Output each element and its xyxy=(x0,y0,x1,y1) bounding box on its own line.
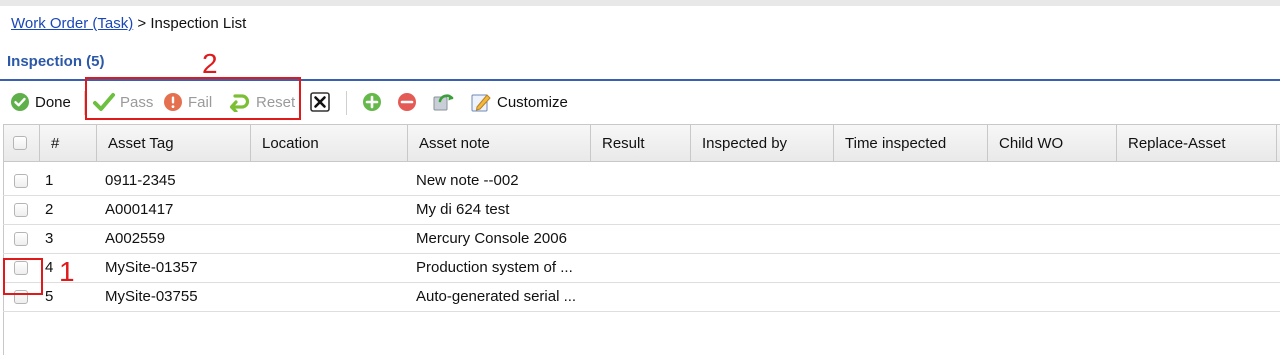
section-divider xyxy=(0,79,1280,81)
edit-pencil-icon xyxy=(470,91,492,113)
asset-tag-cell: A0001417 xyxy=(105,201,174,218)
done-label: Done xyxy=(35,93,71,111)
breadcrumb-separator: > xyxy=(133,15,151,32)
row-checkbox[interactable] xyxy=(14,261,28,275)
row-number: 5 xyxy=(45,288,54,305)
column-header-number[interactable]: # xyxy=(40,125,97,162)
asset-note-cell: Production system of ... xyxy=(416,259,573,276)
asset-tag-cell: 0911-2345 xyxy=(105,172,176,189)
row-number: 2 xyxy=(45,201,54,218)
column-header-result[interactable]: Result xyxy=(591,125,691,162)
checkmark-icon xyxy=(93,92,115,112)
refresh-button[interactable] xyxy=(432,90,456,114)
clear-button[interactable] xyxy=(310,90,330,114)
toolbar-separator xyxy=(346,91,347,115)
close-box-icon xyxy=(310,92,330,112)
column-header-inspected-by[interactable]: Inspected by xyxy=(691,125,834,162)
top-strip xyxy=(0,0,1280,6)
row-number: 4 xyxy=(45,259,54,276)
column-header-time-inspected[interactable]: Time inspected xyxy=(834,125,988,162)
check-circle-icon xyxy=(10,92,30,112)
asset-note-cell: Mercury Console 2006 xyxy=(416,230,567,247)
toolbar-separator xyxy=(84,91,85,115)
asset-note-cell: Auto-generated serial ... xyxy=(416,288,577,305)
row-number: 3 xyxy=(45,230,54,247)
row-checkbox[interactable] xyxy=(14,203,28,217)
row-checkbox[interactable] xyxy=(14,174,28,188)
add-button[interactable] xyxy=(362,90,382,114)
fail-label: Fail xyxy=(188,93,213,111)
table-row[interactable]: 2 A0001417 My di 624 test xyxy=(3,196,1280,225)
customize-button[interactable]: Customize xyxy=(470,90,568,114)
table-row[interactable]: 1 0911-2345 New note --002 xyxy=(3,167,1280,196)
column-header-replace-asset[interactable]: Replace-Asset xyxy=(1117,125,1277,162)
table-row[interactable]: 5 MySite-03755 Auto-generated serial ... xyxy=(3,283,1280,312)
remove-button[interactable] xyxy=(397,90,417,114)
pass-label: Pass xyxy=(120,93,154,111)
done-button[interactable]: Done xyxy=(10,90,71,114)
customize-label: Customize xyxy=(497,93,568,111)
asset-note-cell: My di 624 test xyxy=(416,201,510,218)
row-checkbox[interactable] xyxy=(14,290,28,304)
undo-arrow-icon xyxy=(227,92,251,112)
exclamation-circle-icon xyxy=(163,92,183,112)
table-row[interactable]: 4 MySite-01357 Production system of ... xyxy=(3,254,1280,283)
asset-note-cell: New note --002 xyxy=(416,172,519,189)
plus-circle-icon xyxy=(362,92,382,112)
column-header-asset-note[interactable]: Asset note xyxy=(408,125,591,162)
reset-label: Reset xyxy=(256,93,296,111)
breadcrumb: Work Order (Task) > Inspection List xyxy=(11,15,246,32)
fail-button[interactable]: Fail xyxy=(163,90,212,114)
asset-tag-cell: MySite-01357 xyxy=(105,259,198,276)
breadcrumb-current: Inspection List xyxy=(150,15,247,32)
grid-header: # Asset Tag Location Asset note Result I… xyxy=(3,124,1280,162)
minus-circle-icon xyxy=(397,92,417,112)
row-number: 1 xyxy=(45,172,54,189)
column-header-child-wo[interactable]: Child WO xyxy=(988,125,1117,162)
column-header-asset-tag[interactable]: Asset Tag xyxy=(97,125,251,162)
select-all-header xyxy=(3,125,40,162)
annotation-label-1: 1 xyxy=(59,256,75,287)
asset-tag-cell: MySite-03755 xyxy=(105,288,198,305)
breadcrumb-link-work-order[interactable]: Work Order (Task) xyxy=(11,15,133,32)
asset-tag-cell: A002559 xyxy=(105,230,166,247)
pass-button[interactable]: Pass xyxy=(93,90,153,114)
select-all-checkbox[interactable] xyxy=(13,136,27,150)
row-checkbox[interactable] xyxy=(14,232,28,246)
toolbar: Done Pass Fail Reset Customize xyxy=(0,82,1280,119)
column-header-location[interactable]: Location xyxy=(251,125,408,162)
refresh-icon xyxy=(432,91,456,113)
table-row[interactable]: 3 A002559 Mercury Console 2006 xyxy=(3,225,1280,254)
reset-button[interactable]: Reset xyxy=(227,90,295,114)
annotation-label-2: 2 xyxy=(202,48,218,79)
section-title: Inspection (5) xyxy=(7,53,105,70)
